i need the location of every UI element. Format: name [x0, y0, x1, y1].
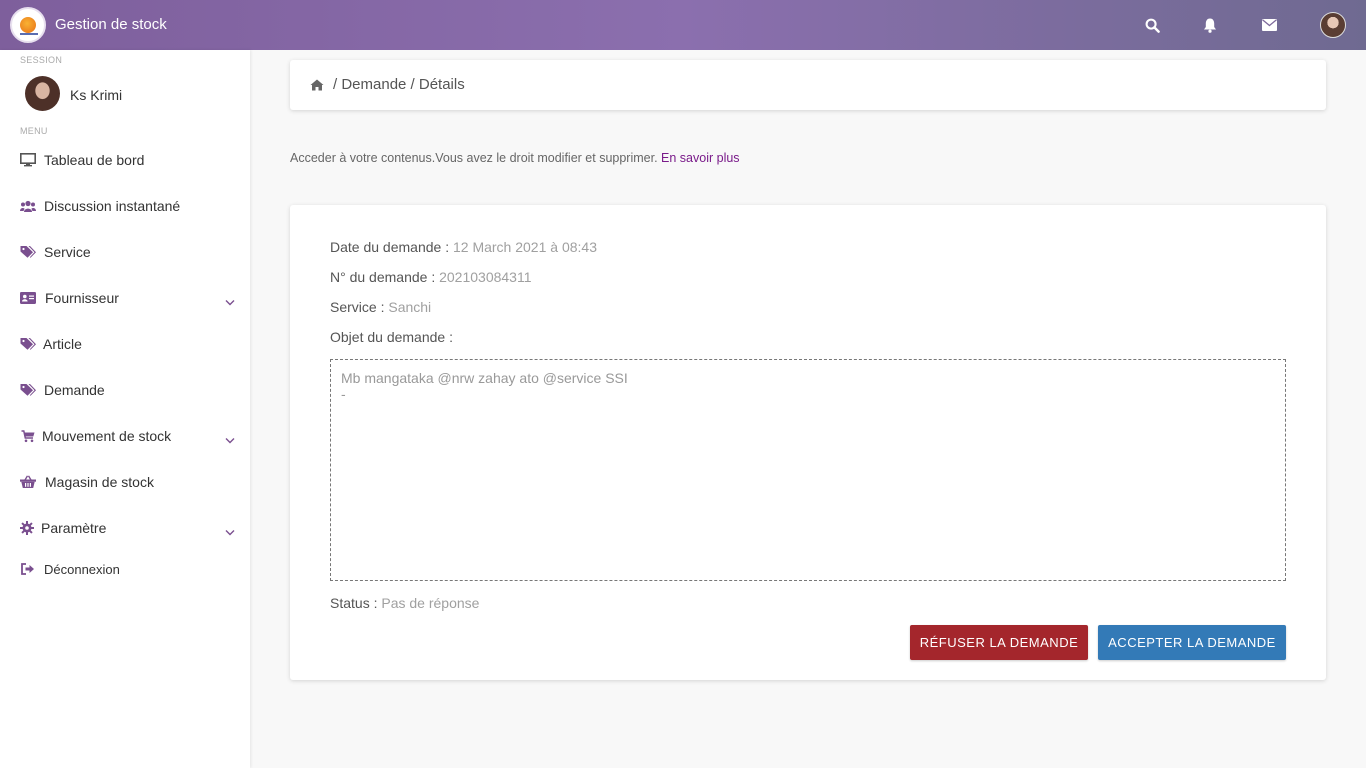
- sidebar-item-magasin-de-stock[interactable]: Magasin de stock: [0, 462, 250, 502]
- objet-line: Mb mangataka @nrw zahay ato @service SSI: [341, 370, 628, 386]
- chevron-down-icon[interactable]: [225, 523, 235, 541]
- cart-icon: [20, 428, 36, 444]
- objet-line: -: [341, 386, 346, 402]
- service-label: Service :: [330, 299, 389, 315]
- sidebar-item-deconnexion[interactable]: Déconnexion: [0, 549, 250, 589]
- status-value: Pas de réponse: [381, 595, 480, 611]
- service-row: Service : Sanchi: [330, 299, 431, 315]
- date-label: Date du demande :: [330, 239, 453, 255]
- basket-icon: [20, 474, 36, 490]
- chevron-down-icon[interactable]: [225, 293, 235, 311]
- sidebar: SESSION Ks Krimi MENU Tableau de bord Di…: [0, 50, 250, 768]
- sidebar-item-article[interactable]: Article: [0, 324, 250, 364]
- envelope-icon[interactable]: [1257, 13, 1281, 37]
- gear-icon: [19, 520, 35, 536]
- sidebar-item-label: Service: [44, 244, 91, 260]
- number-value: 202103084311: [439, 269, 532, 285]
- refuse-button[interactable]: RÉFUSER LA DEMANDE: [910, 625, 1088, 660]
- info-text: Acceder à votre contenus.Vous avez le dr…: [290, 151, 740, 165]
- tags-icon: [20, 382, 36, 398]
- demande-details-card: Date du demande : 12 March 2021 à 08:43 …: [290, 205, 1326, 680]
- sign-out-icon: [20, 561, 36, 577]
- tags-icon: [20, 244, 36, 260]
- top-navbar: Gestion de stock: [0, 0, 1366, 50]
- service-value: Sanchi: [388, 299, 432, 315]
- sidebar-item-fournisseur[interactable]: Fournisseur: [0, 278, 250, 318]
- tags-icon: [20, 336, 36, 352]
- app-title: Gestion de stock: [55, 16, 167, 33]
- sidebar-item-mouvement-de-stock[interactable]: Mouvement de stock: [0, 416, 250, 456]
- sidebar-item-label: Mouvement de stock: [42, 428, 172, 444]
- sidebar-item-parametre[interactable]: Paramètre: [0, 508, 250, 548]
- user-name: Ks Krimi: [70, 87, 123, 103]
- sidebar-item-label: Paramètre: [41, 520, 107, 536]
- sidebar-item-label: Article: [43, 336, 82, 352]
- menu-label: MENU: [20, 126, 48, 136]
- app-logo[interactable]: [10, 7, 46, 43]
- sidebar-item-label: Demande: [44, 382, 105, 398]
- date-row: Date du demande : 12 March 2021 à 08:43: [330, 239, 597, 255]
- chevron-down-icon[interactable]: [225, 431, 235, 449]
- info-message: Acceder à votre contenus.Vous avez le dr…: [290, 151, 658, 165]
- bell-icon[interactable]: [1198, 13, 1222, 37]
- sidebar-item-label: Déconnexion: [44, 561, 120, 577]
- home-icon[interactable]: [310, 78, 324, 96]
- accept-button[interactable]: ACCEPTER LA DEMANDE: [1098, 625, 1286, 660]
- top-user-avatar[interactable]: [1320, 12, 1346, 38]
- session-label: SESSION: [20, 55, 63, 65]
- breadcrumb: / Demande / Détails: [290, 60, 1326, 110]
- sidebar-item-service[interactable]: Service: [0, 232, 250, 272]
- sidebar-item-label: Magasin de stock: [45, 474, 154, 490]
- objet-label: Objet du demande :: [330, 329, 453, 345]
- avatar[interactable]: [25, 76, 60, 111]
- date-value: 12 March 2021 à 08:43: [452, 239, 597, 255]
- sidebar-item-label: Tableau de bord: [44, 152, 145, 168]
- id-card-icon: [20, 290, 36, 306]
- number-row: N° du demande : 202103084311: [330, 269, 532, 285]
- users-icon: [20, 198, 36, 214]
- monitor-icon: [20, 152, 36, 168]
- sidebar-item-label: Fournisseur: [45, 290, 119, 306]
- status-row: Status : Pas de réponse: [330, 595, 479, 611]
- learn-more-link[interactable]: En savoir plus: [661, 151, 740, 165]
- objet-content: Mb mangataka @nrw zahay ato @service SSI…: [330, 359, 1286, 581]
- status-label: Status :: [330, 595, 382, 611]
- sidebar-item-tableau-de-bord[interactable]: Tableau de bord: [0, 140, 250, 180]
- sidebar-item-label: Discussion instantané: [44, 198, 181, 214]
- breadcrumb-path: / Demande / Détails: [333, 76, 465, 93]
- number-label: N° du demande :: [330, 269, 440, 285]
- sidebar-item-demande[interactable]: Demande: [0, 370, 250, 410]
- sidebar-item-discussion[interactable]: Discussion instantané: [0, 186, 250, 226]
- search-icon[interactable]: [1140, 13, 1164, 37]
